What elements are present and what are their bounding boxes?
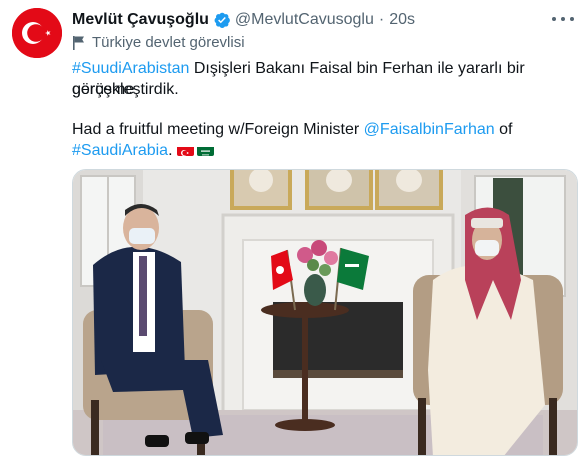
handle[interactable]: @MevlutCavusoglu (235, 11, 374, 29)
hashtag-saudiarabia[interactable]: #SaudiArabia (72, 142, 168, 159)
tweet[interactable]: Mevlüt Çavuşoğlu @MevlutCavusoglu · 20s … (0, 0, 588, 460)
tweet-photo[interactable] (72, 169, 578, 456)
saudi-flag-icon (196, 144, 214, 156)
avatar[interactable] (12, 8, 62, 58)
mention-faisalbinfarhan[interactable]: @FaisalbinFarhan (364, 121, 495, 138)
tweet-text-4-tail: . (168, 142, 177, 159)
tweet-text-3-tail: of (494, 121, 513, 138)
government-flag-icon (73, 35, 84, 50)
verified-badge-icon (214, 12, 230, 29)
turkey-flag-avatar-icon (12, 8, 62, 58)
tweet-text-3: Had a fruitful meeting w/Foreign Ministe… (72, 121, 364, 138)
more-options-icon[interactable] (552, 12, 574, 26)
timestamp[interactable]: 20s (389, 11, 415, 29)
tweet-header: Mevlüt Çavuşoğlu @MevlutCavusoglu · 20s (72, 9, 415, 31)
tweet-text-line-4: #SaudiArabia. (72, 140, 578, 161)
tweet-text-line-3: Had a fruitful meeting w/Foreign Ministe… (72, 119, 578, 140)
tweet-text-2: gerçekleştirdik. (72, 81, 179, 98)
affiliation-label[interactable]: Türkiye devlet görevlisi (72, 34, 245, 51)
turkey-flag-icon (176, 144, 194, 156)
separator: · (378, 11, 385, 28)
display-name[interactable]: Mevlüt Çavuşoğlu (72, 11, 209, 29)
meeting-photo (73, 170, 577, 455)
tweet-text-line-2: gerçekleştirdik. (72, 79, 578, 100)
affiliation-text: Türkiye devlet görevlisi (92, 34, 245, 51)
hashtag-suudiarabistan[interactable]: #SuudiArabistan (72, 60, 189, 77)
